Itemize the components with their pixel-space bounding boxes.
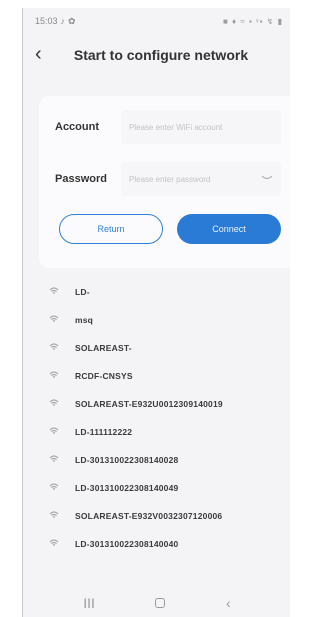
wifi-icon bbox=[49, 511, 63, 522]
wifi-name: LD- bbox=[75, 287, 90, 297]
wifi-name: LD-301310022308140040 bbox=[75, 539, 179, 549]
password-placeholder: Please enter password bbox=[129, 174, 211, 184]
account-row: Account Please enter WiFi account bbox=[39, 110, 290, 144]
phone-screen: 15:03 ♪ ✿ ■ ♦ ≈ ▪ ᵞ▪ ↯ ▮ ‹ Start to conf… bbox=[22, 8, 290, 617]
wifi-icon bbox=[49, 483, 63, 494]
page-title: Start to configure network bbox=[73, 47, 249, 63]
settings-status-icon: ✿ bbox=[68, 15, 76, 26]
account-label: Account bbox=[55, 121, 99, 133]
password-input[interactable]: Please enter password bbox=[121, 162, 281, 196]
wifi-icon bbox=[49, 287, 63, 298]
wifi-item[interactable]: LD-301310022308140028 bbox=[23, 446, 290, 474]
connect-button[interactable]: Connect bbox=[177, 214, 281, 244]
eye-closed-icon[interactable] bbox=[261, 173, 273, 184]
nav-back-icon[interactable]: ‹ bbox=[226, 595, 231, 611]
return-button-label: Return bbox=[97, 224, 125, 234]
account-placeholder: Please enter WiFi account bbox=[129, 122, 223, 132]
wifi-icon bbox=[49, 427, 63, 438]
wifi-name: msq bbox=[75, 315, 94, 325]
home-icon[interactable] bbox=[155, 598, 166, 608]
wifi-name: LD-301310022308140028 bbox=[75, 455, 179, 465]
wifi-item[interactable]: LD-301310022308140049 bbox=[23, 474, 290, 502]
wifi-name: LD-111112222 bbox=[75, 427, 133, 437]
wifi-icon bbox=[49, 371, 63, 382]
wifi-icon bbox=[49, 343, 63, 354]
wifi-item[interactable]: RCDF-CNSYS bbox=[23, 362, 290, 390]
back-arrow-icon[interactable]: ‹ bbox=[35, 44, 42, 64]
eye-closed-svg bbox=[261, 175, 273, 180]
connect-button-label: Connect bbox=[212, 224, 246, 234]
return-button[interactable]: Return bbox=[59, 214, 163, 244]
wifi-item[interactable]: SOLAREAST-E932V0032307120006 bbox=[23, 502, 290, 530]
password-row: Password Please enter password bbox=[39, 162, 290, 196]
header: ‹ Start to configure network bbox=[23, 38, 290, 72]
recents-icon[interactable]: III bbox=[83, 595, 95, 611]
wifi-icon bbox=[49, 455, 63, 466]
account-input[interactable]: Please enter WiFi account bbox=[121, 110, 281, 144]
wifi-item[interactable]: LD- bbox=[23, 278, 290, 306]
status-time: 15:03 ♪ ✿ bbox=[35, 16, 223, 27]
wifi-name: RCDF-CNSYS bbox=[75, 371, 133, 381]
system-nav-bar: III ‹ bbox=[23, 588, 290, 617]
wifi-item[interactable]: SOLAREAST- bbox=[23, 334, 290, 362]
tiktok-icon: ♪ bbox=[60, 16, 66, 26]
wifi-icon bbox=[49, 399, 63, 410]
wifi-name: LD-301310022308140049 bbox=[75, 483, 179, 493]
wifi-icon bbox=[49, 539, 63, 550]
network-form-card: Account Please enter WiFi account Passwo… bbox=[39, 96, 290, 268]
wifi-name: SOLAREAST-E932U0012309140019 bbox=[75, 399, 223, 409]
wifi-item[interactable]: msq bbox=[23, 306, 290, 334]
wifi-icon bbox=[49, 315, 63, 326]
status-icons: ■ ♦ ≈ ▪ ᵞ▪ ↯ ▮ bbox=[223, 16, 283, 26]
password-label: Password bbox=[55, 173, 107, 185]
wifi-item[interactable]: LD-111112222 bbox=[23, 418, 290, 446]
wifi-item[interactable]: SOLAREAST-E932U0012309140019 bbox=[23, 390, 290, 418]
wifi-list: LD- msq SOLAREAST- RCDF-CNSYS SOLAREAST-… bbox=[23, 278, 290, 558]
status-bar: 15:03 ♪ ✿ ■ ♦ ≈ ▪ ᵞ▪ ↯ ▮ bbox=[23, 8, 290, 34]
wifi-item[interactable]: LD-301310022308140040 bbox=[23, 530, 290, 558]
wifi-name: SOLAREAST-E932V0032307120006 bbox=[75, 511, 223, 521]
wifi-name: SOLAREAST- bbox=[75, 343, 132, 353]
status-time-text: 15:03 bbox=[35, 16, 58, 26]
